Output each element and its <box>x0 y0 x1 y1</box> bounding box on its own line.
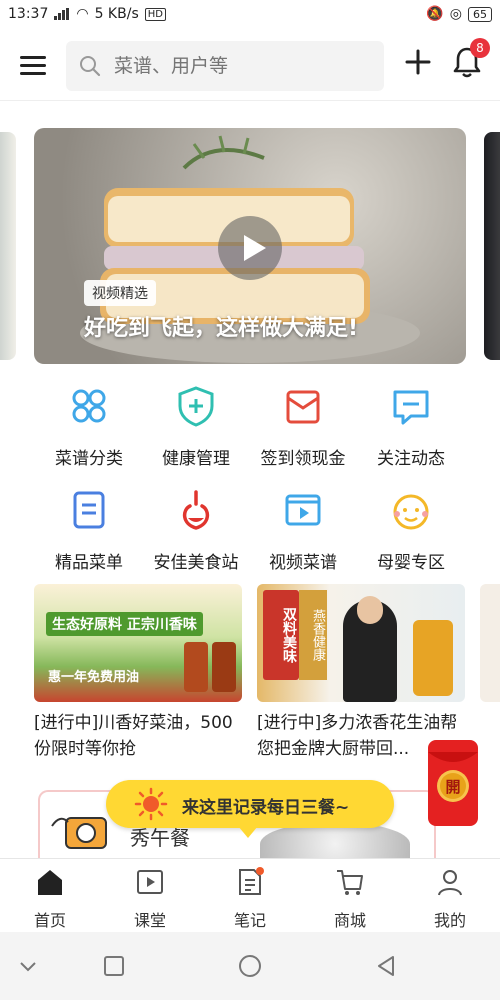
promo-title: [进行中]川香好菜油，500份限时等你抢 <box>34 713 233 759</box>
tab-label: 首页 <box>33 911 66 930</box>
red-packet-button[interactable]: 開 <box>422 738 484 828</box>
grid-item-anchor-food[interactable]: 安佳美食站 <box>141 488 251 573</box>
grid-item-baby[interactable]: 母婴专区 <box>356 488 466 573</box>
grid-item-menu[interactable]: 精品菜单 <box>34 488 144 573</box>
anchor-food-icon <box>182 490 210 530</box>
promo-banner-chef: 双料美味 燕香健康 <box>257 584 465 702</box>
system-nav-bar <box>0 932 500 1000</box>
tab-mall[interactable]: 商城 <box>300 867 400 931</box>
mute-icon: 🔕 <box>426 6 444 22</box>
grid-label: 视频菜谱 <box>269 553 337 573</box>
promo-banner-text: 生态好原料 正宗川香味 <box>46 612 203 636</box>
grid-item-checkin[interactable]: 签到领现金 <box>248 384 358 469</box>
carousel-next-slide[interactable] <box>484 132 500 360</box>
collapse-chevron-icon[interactable] <box>16 954 40 978</box>
home-circle-icon[interactable] <box>238 954 262 978</box>
promo-banner-text: 双料美味 <box>263 590 299 680</box>
tab-label: 笔记 <box>233 911 266 930</box>
status-bar: 13:37 ◠ 5 KB/s HD 🔕 ◎ 65 <box>0 0 500 28</box>
wifi-icon: ◠ <box>76 6 89 22</box>
notification-badge: 8 <box>470 38 490 58</box>
search-icon <box>80 56 101 77</box>
grid-label: 精品菜单 <box>55 553 123 573</box>
follow-message-icon <box>393 390 429 425</box>
alarm-icon: ◎ <box>449 6 462 22</box>
meal-food-image <box>260 822 410 862</box>
sun-icon <box>134 787 168 821</box>
menu-icon[interactable] <box>20 54 48 78</box>
health-shield-icon <box>178 386 214 427</box>
classroom-play-icon <box>137 870 163 894</box>
tooltip-text: 来这里记录每日三餐~ <box>182 798 350 818</box>
back-triangle-icon[interactable] <box>374 954 398 978</box>
grid-label: 签到领现金 <box>260 449 346 469</box>
bottom-tab-bar: 首页 课堂 笔记 商城 我的 <box>0 858 500 933</box>
signal-icon <box>54 8 70 20</box>
promo-card-next[interactable] <box>480 584 500 702</box>
app-header <box>0 32 500 101</box>
hd-badge: HD <box>144 7 166 21</box>
network-speed: 5 KB/s <box>94 6 139 22</box>
red-packet-label: 開 <box>445 778 461 796</box>
search-input[interactable] <box>112 54 376 78</box>
video-recipe-icon <box>285 494 321 526</box>
tab-label: 商城 <box>333 911 366 930</box>
grid-label: 关注动态 <box>377 449 445 469</box>
tab-home[interactable]: 首页 <box>0 867 100 931</box>
promo-banner-oil: 生态好原料 正宗川香味 惠一年免费用油 <box>34 584 242 702</box>
battery-icon: 65 <box>468 6 492 22</box>
recipe-category-icon <box>72 389 106 423</box>
search-bar[interactable] <box>66 41 384 91</box>
cart-icon <box>337 870 363 895</box>
play-icon[interactable] <box>218 216 282 280</box>
promo-banner-subtext: 燕香健康 <box>299 590 327 680</box>
menu-document-icon <box>73 491 105 529</box>
grid-item-health[interactable]: 健康管理 <box>141 384 251 469</box>
grid-label: 母婴专区 <box>377 553 445 573</box>
grid-label: 安佳美食站 <box>153 553 239 573</box>
grid-item-recipe-category[interactable]: 菜谱分类 <box>34 384 144 469</box>
tab-profile[interactable]: 我的 <box>400 867 500 931</box>
add-icon[interactable] <box>404 48 432 76</box>
home-icon <box>38 870 62 895</box>
promo-card-peanut-oil[interactable]: 双料美味 燕香健康 [进行中]多力浓香花生油帮您把金牌大厨带回... <box>257 584 465 762</box>
meal-tooltip[interactable]: 来这里记录每日三餐~ <box>106 780 394 838</box>
notes-icon <box>239 867 264 895</box>
tab-notes[interactable]: 笔记 <box>200 867 300 931</box>
status-time: 13:37 <box>8 6 49 22</box>
grid-label: 健康管理 <box>162 449 230 469</box>
recent-apps-icon[interactable] <box>102 954 126 978</box>
tab-label: 课堂 <box>133 911 166 930</box>
grid-item-video-recipe[interactable]: 视频菜谱 <box>248 488 358 573</box>
promo-banner-subtext: 惠一年免费用油 <box>48 670 140 685</box>
carousel-prev-slide[interactable] <box>0 132 16 360</box>
checkin-envelope-icon <box>286 390 320 424</box>
video-title: 好吃到飞起，这样做大满足! <box>84 316 359 341</box>
baby-face-icon <box>393 494 429 530</box>
featured-video-card[interactable]: 视频精选 好吃到飞起，这样做大满足! <box>34 128 466 364</box>
tab-label: 我的 <box>433 911 466 930</box>
tab-classroom[interactable]: 课堂 <box>100 867 200 931</box>
profile-icon <box>438 870 462 896</box>
video-carousel[interactable]: 视频精选 好吃到飞起，这样做大满足! <box>0 128 500 366</box>
grid-label: 菜谱分类 <box>55 449 123 469</box>
grid-item-follow[interactable]: 关注动态 <box>356 384 466 469</box>
video-tag: 视频精选 <box>84 280 156 306</box>
promo-card-oil[interactable]: 生态好原料 正宗川香味 惠一年免费用油 [进行中]川香好菜油，500份限时等你抢 <box>34 584 242 762</box>
